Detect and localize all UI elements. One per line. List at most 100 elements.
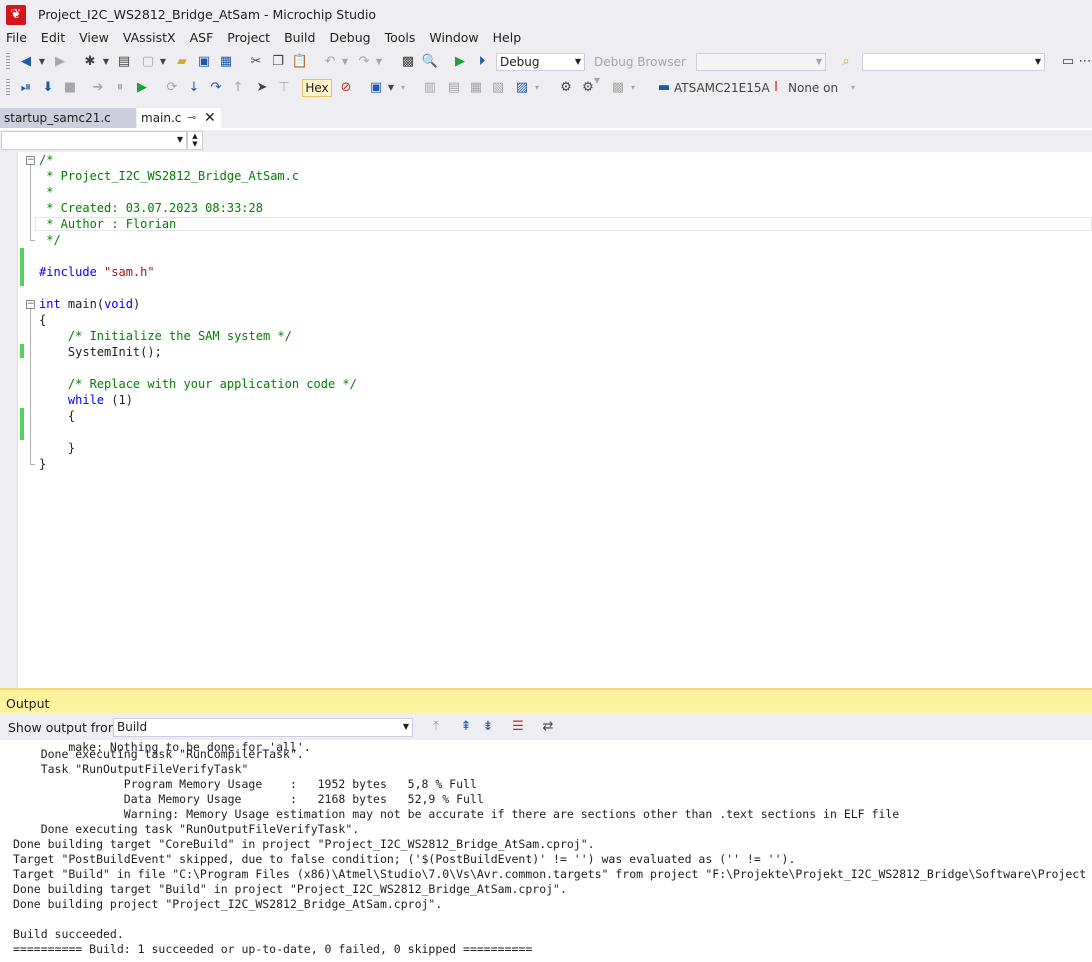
tab-startup-samc21[interactable]: startup_samc21.c: [0, 108, 136, 128]
registers-icon[interactable]: ▤: [444, 79, 464, 97]
open-folder-icon[interactable]: ▰: [172, 53, 192, 71]
member-select[interactable]: ▼: [1, 131, 187, 150]
break-all-icon[interactable]: ⏸: [110, 79, 130, 97]
memory-icon[interactable]: ▦: [466, 79, 486, 97]
add-item-icon[interactable]: ▢: [138, 53, 158, 71]
run-to-cursor-icon[interactable]: ➤: [252, 79, 272, 97]
code-editor[interactable]: − − /* * Project_I2C_WS2812_Bridge_AtSam…: [0, 152, 1092, 688]
menu-vassistx[interactable]: VAssistX: [117, 29, 184, 47]
undo-icon[interactable]: ↶: [320, 53, 340, 71]
stop-debugging-icon[interactable]: ■: [60, 79, 80, 97]
redo-icon[interactable]: ↷: [354, 53, 374, 71]
show-next-statement-icon[interactable]: ➔: [88, 79, 108, 97]
copy-icon[interactable]: ❐: [268, 53, 288, 71]
cut-icon[interactable]: ✂: [246, 53, 266, 71]
toolbar-grip[interactable]: [6, 79, 10, 97]
window-layout-icon[interactable]: ▭: [1058, 53, 1078, 71]
toolbar-options-icon[interactable]: ▾: [848, 79, 858, 97]
tab-label: main.c: [141, 111, 182, 125]
debug-browser-button[interactable]: Debug Browser ▾: [594, 53, 690, 87]
menu-file[interactable]: File: [0, 29, 35, 47]
tool-icon[interactable]: Ⅰ: [768, 79, 784, 97]
step-over-icon[interactable]: ↷: [206, 79, 226, 97]
find-in-files-icon[interactable]: ⌕: [836, 53, 856, 71]
device-chip-icon[interactable]: ▬: [654, 79, 674, 97]
menu-asf[interactable]: ASF: [184, 29, 222, 47]
clear-all-icon[interactable]: ☰: [508, 718, 528, 736]
toolbar-options-icon[interactable]: ▾: [398, 79, 408, 97]
attach-to-target-icon[interactable]: ⬇: [38, 79, 58, 97]
configuration-select[interactable]: Debug ▼: [496, 53, 585, 71]
debug-browser-label: Debug Browser: [594, 55, 686, 69]
save-all-icon[interactable]: ▦: [216, 53, 236, 71]
menu-edit[interactable]: Edit: [35, 29, 73, 47]
toolbar-overflow-icon[interactable]: ⋯: [1078, 53, 1092, 71]
continue-icon[interactable]: ▶: [132, 79, 152, 97]
previous-message-icon[interactable]: ⇞: [456, 718, 476, 736]
search-combo[interactable]: ▼: [862, 53, 1045, 71]
toolbar-options-icon[interactable]: ▾: [628, 79, 638, 97]
io-view-icon[interactable]: ▧: [488, 79, 508, 97]
restart-icon[interactable]: ⟳: [162, 79, 182, 97]
chevron-down-icon: ▼: [402, 722, 409, 731]
microchip-logo-icon: ❦: [6, 5, 26, 25]
menu-debug[interactable]: Debug: [323, 29, 378, 47]
chip-icon[interactable]: ⚙: [578, 79, 598, 97]
undo-dropdown-icon[interactable]: ▼: [340, 53, 350, 71]
platform-select[interactable]: ▼: [696, 53, 826, 71]
next-message-icon[interactable]: ⇟: [478, 718, 498, 736]
back-dropdown-icon[interactable]: ▼: [37, 53, 47, 71]
start-debugging-break-icon[interactable]: ⏯: [16, 79, 36, 97]
device-button[interactable]: ATSAMC21E15A: [674, 79, 770, 97]
close-icon[interactable]: ✕: [204, 108, 216, 128]
redo-dropdown-icon[interactable]: ▼: [374, 53, 384, 71]
start-debugging-icon[interactable]: ▶: [450, 53, 470, 71]
menu-help[interactable]: Help: [487, 29, 530, 47]
new-project-dropdown-icon[interactable]: ▼: [101, 53, 111, 71]
new-project-icon[interactable]: ✱: [80, 53, 100, 71]
fold-toggle-icon[interactable]: −: [26, 156, 35, 165]
menu-window[interactable]: Window: [423, 29, 486, 47]
code-line-while: while (1): [67, 393, 133, 407]
fold-guide: [30, 240, 35, 241]
toolbar-options-icon[interactable]: ▾: [532, 79, 542, 97]
breakpoints-window-icon[interactable]: ▣: [366, 79, 386, 97]
device-programming-icon[interactable]: ▩: [398, 53, 418, 71]
paste-icon[interactable]: 📋: [290, 53, 310, 71]
find-message-icon[interactable]: ⤒: [426, 718, 446, 736]
menu-build[interactable]: Build: [278, 29, 323, 47]
pin-icon[interactable]: ⊸: [187, 108, 196, 128]
toolbar-grip[interactable]: [6, 53, 10, 71]
save-icon[interactable]: ▣: [194, 53, 214, 71]
tool-button[interactable]: None on: [788, 79, 848, 97]
forward-icon[interactable]: ▶: [50, 53, 70, 71]
new-file-icon[interactable]: ▤: [114, 53, 134, 71]
step-out-alt-icon[interactable]: ⊤: [274, 79, 294, 97]
tab-main-c[interactable]: main.c ⊸ ✕: [137, 108, 221, 128]
output-text[interactable]: make: Nothing to be done for 'all'. Done…: [0, 740, 1092, 962]
device-programming-icon[interactable]: ⚙: [556, 79, 576, 97]
split-window-button[interactable]: ▲ ▼: [187, 131, 203, 150]
step-out-icon[interactable]: ↑: [228, 79, 248, 97]
code-line: *: [39, 185, 54, 199]
add-item-dropdown-icon[interactable]: ▼: [158, 53, 168, 71]
fold-toggle-icon[interactable]: −: [26, 300, 35, 309]
hex-display-toggle[interactable]: Hex: [302, 79, 332, 97]
output-source-select[interactable]: Build ▼: [113, 718, 413, 737]
menu-tools[interactable]: Tools: [379, 29, 424, 47]
processor-view-icon[interactable]: ▨: [512, 79, 532, 97]
menu-view[interactable]: View: [73, 29, 117, 47]
back-icon[interactable]: ◀: [16, 53, 36, 71]
erase-icon[interactable]: ▩: [608, 79, 628, 97]
title-bar: ❦ Project_I2C_WS2812_Bridge_AtSam - Micr…: [0, 0, 1092, 30]
toggle-word-wrap-icon[interactable]: ⇄: [538, 718, 558, 736]
disable-breakpoints-icon[interactable]: ⊘: [336, 79, 356, 97]
breakpoints-dropdown-icon[interactable]: ▼: [386, 79, 396, 97]
find-icon[interactable]: 🔍: [420, 53, 440, 71]
start-without-debugging-icon[interactable]: ⏵: [472, 53, 492, 71]
code-line: {: [39, 313, 47, 327]
output-panel-header[interactable]: Output: [0, 688, 1092, 714]
menu-project[interactable]: Project: [221, 29, 278, 47]
step-into-icon[interactable]: ↓: [184, 79, 204, 97]
disassembly-icon[interactable]: ▥: [420, 79, 440, 97]
